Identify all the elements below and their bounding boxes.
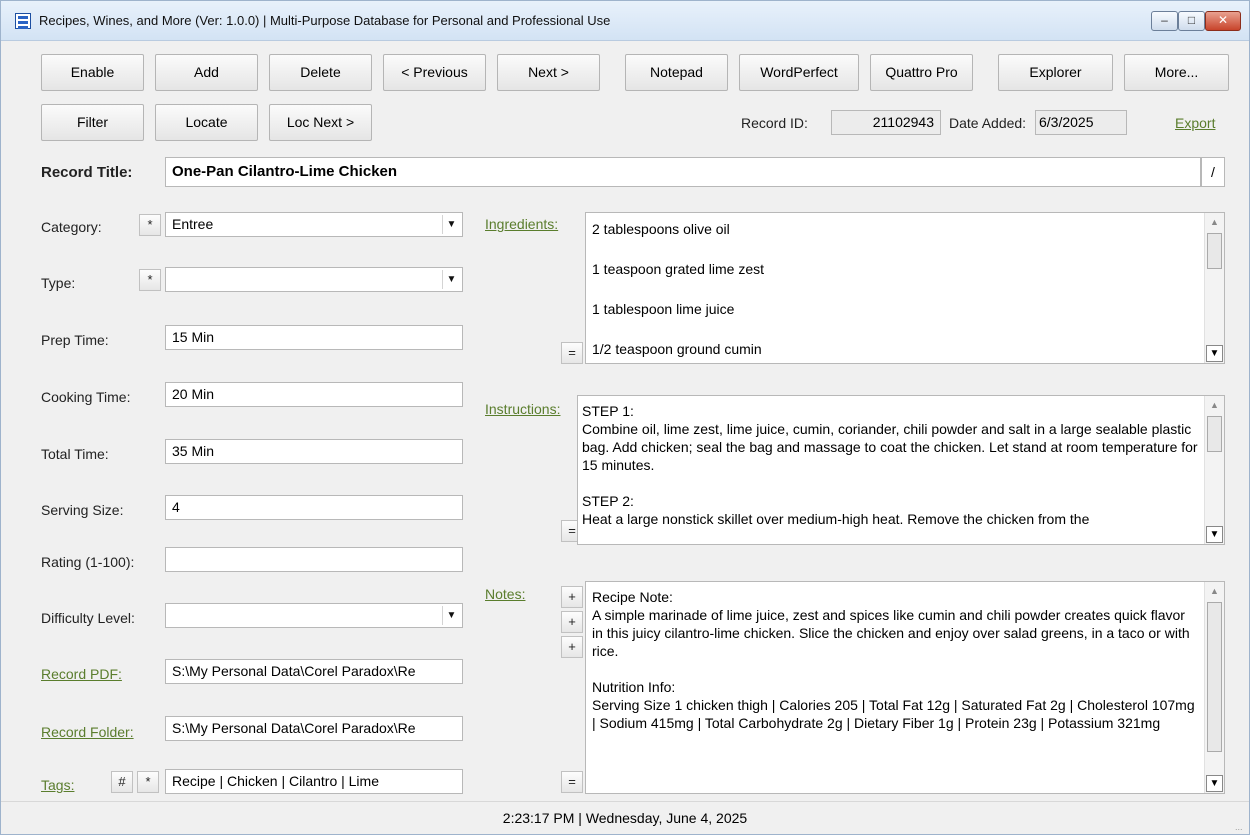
chevron-down-icon[interactable]: ▼ (442, 606, 460, 625)
export-link[interactable]: Export (1175, 115, 1215, 131)
tags-input[interactable]: Recipe | Chicken | Cilantro | Lime (165, 769, 463, 794)
total-time-input[interactable]: 35 Min (165, 439, 463, 464)
scroll-thumb[interactable] (1207, 602, 1222, 752)
scroll-thumb[interactable] (1207, 233, 1222, 269)
ingredients-memo[interactable]: 2 tablespoons olive oil 1 teaspoon grate… (585, 212, 1225, 364)
cooking-time-input[interactable]: 20 Min (165, 382, 463, 407)
locate-button[interactable]: Locate (155, 104, 258, 141)
category-label: Category: (41, 219, 102, 235)
more-button[interactable]: More... (1124, 54, 1229, 91)
chevron-down-icon[interactable]: ▼ (442, 215, 460, 234)
total-time-label: Total Time: (41, 446, 109, 462)
add-button[interactable]: Add (155, 54, 258, 91)
instructions-scrollbar[interactable]: ▲ ▼ (1204, 396, 1224, 544)
notes-expand-button[interactable]: = (561, 771, 583, 793)
category-star-button[interactable]: * (139, 214, 161, 236)
instructions-memo[interactable]: STEP 1: Combine oil, lime zest, lime jui… (577, 395, 1225, 545)
filter-button[interactable]: Filter (41, 104, 144, 141)
title-edit-button[interactable]: / (1201, 157, 1225, 187)
instructions-text: STEP 1: Combine oil, lime zest, lime jui… (582, 403, 1198, 527)
ingredients-scrollbar[interactable]: ▲ ▼ (1204, 213, 1224, 363)
record-id-field: 21102943 (831, 110, 941, 135)
resize-grip-icon[interactable]: ... (1235, 822, 1245, 832)
previous-button[interactable]: < Previous (383, 54, 486, 91)
type-star-button[interactable]: * (139, 269, 161, 291)
scroll-down-icon[interactable]: ▼ (1206, 775, 1223, 792)
maximize-button[interactable]: □ (1178, 11, 1205, 31)
notes-plus-button-3[interactable]: + (561, 636, 583, 658)
chevron-down-icon[interactable]: ▼ (442, 270, 460, 289)
close-button[interactable]: ✕ (1205, 11, 1241, 31)
quattro-pro-button[interactable]: Quattro Pro (870, 54, 973, 91)
ingredients-link[interactable]: Ingredients: (485, 216, 558, 232)
scroll-down-icon[interactable]: ▼ (1206, 345, 1223, 362)
minimize-button[interactable]: – (1151, 11, 1178, 31)
scroll-up-icon[interactable]: ▲ (1206, 214, 1223, 231)
record-folder-input[interactable]: S:\My Personal Data\Corel Paradox\Re (165, 716, 463, 741)
tags-star-button[interactable]: * (137, 771, 159, 793)
notepad-button[interactable]: Notepad (625, 54, 728, 91)
notes-text: Recipe Note: A simple marinade of lime j… (592, 589, 1195, 731)
record-folder-link[interactable]: Record Folder: (41, 724, 134, 740)
cooking-time-label: Cooking Time: (41, 389, 131, 405)
notes-link[interactable]: Notes: (485, 586, 525, 602)
scroll-thumb[interactable] (1207, 416, 1222, 452)
prep-time-input[interactable]: 15 Min (165, 325, 463, 350)
notes-plus-button-1[interactable]: + (561, 586, 583, 608)
record-id-label: Record ID: (741, 115, 808, 131)
notes-plus-button-2[interactable]: + (561, 611, 583, 633)
scroll-up-icon[interactable]: ▲ (1206, 397, 1223, 414)
record-title-input[interactable]: One-Pan Cilantro-Lime Chicken (165, 157, 1201, 187)
notes-scrollbar[interactable]: ▲ ▼ (1204, 582, 1224, 793)
scroll-up-icon[interactable]: ▲ (1206, 583, 1223, 600)
database-icon (15, 13, 31, 29)
title-bar[interactable]: Recipes, Wines, and More (Ver: 1.0.0) | … (1, 1, 1249, 41)
ingredients-expand-button[interactable]: = (561, 342, 583, 364)
status-bar: 2:23:17 PM | Wednesday, June 4, 2025 (1, 801, 1249, 835)
record-title-label: Record Title: (41, 164, 133, 181)
loc-next-button[interactable]: Loc Next > (269, 104, 372, 141)
record-pdf-link[interactable]: Record PDF: (41, 666, 122, 682)
category-value: Entree (172, 216, 214, 232)
status-datetime: 2:23:17 PM | Wednesday, June 4, 2025 (502, 810, 748, 826)
record-pdf-input[interactable]: S:\My Personal Data\Corel Paradox\Re (165, 659, 463, 684)
explorer-button[interactable]: Explorer (998, 54, 1113, 91)
type-select[interactable]: ▼ (165, 267, 463, 292)
date-added-field: 6/3/2025 (1035, 110, 1127, 135)
serving-size-input[interactable]: 4 (165, 495, 463, 520)
notes-memo[interactable]: Recipe Note: A simple marinade of lime j… (585, 581, 1225, 794)
window-title: Recipes, Wines, and More (Ver: 1.0.0) | … (39, 13, 611, 28)
tags-link[interactable]: Tags: (41, 777, 74, 793)
prep-time-label: Prep Time: (41, 332, 109, 348)
tags-hash-button[interactable]: # (111, 771, 133, 793)
ingredients-text: 2 tablespoons olive oil 1 teaspoon grate… (592, 221, 764, 357)
type-label: Type: (41, 275, 76, 291)
rating-input[interactable] (165, 547, 463, 572)
rating-label: Rating (1-100): (41, 554, 135, 570)
instructions-link[interactable]: Instructions: (485, 401, 560, 417)
difficulty-label: Difficulty Level: (41, 610, 135, 626)
enable-button[interactable]: Enable (41, 54, 144, 91)
category-select[interactable]: Entree ▼ (165, 212, 463, 237)
scroll-down-icon[interactable]: ▼ (1206, 526, 1223, 543)
delete-button[interactable]: Delete (269, 54, 372, 91)
difficulty-select[interactable]: ▼ (165, 603, 463, 628)
date-added-label: Date Added: (949, 115, 1027, 131)
next-button[interactable]: Next > (497, 54, 600, 91)
app-window: Recipes, Wines, and More (Ver: 1.0.0) | … (0, 0, 1250, 835)
serving-size-label: Serving Size: (41, 502, 124, 518)
wordperfect-button[interactable]: WordPerfect (739, 54, 859, 91)
